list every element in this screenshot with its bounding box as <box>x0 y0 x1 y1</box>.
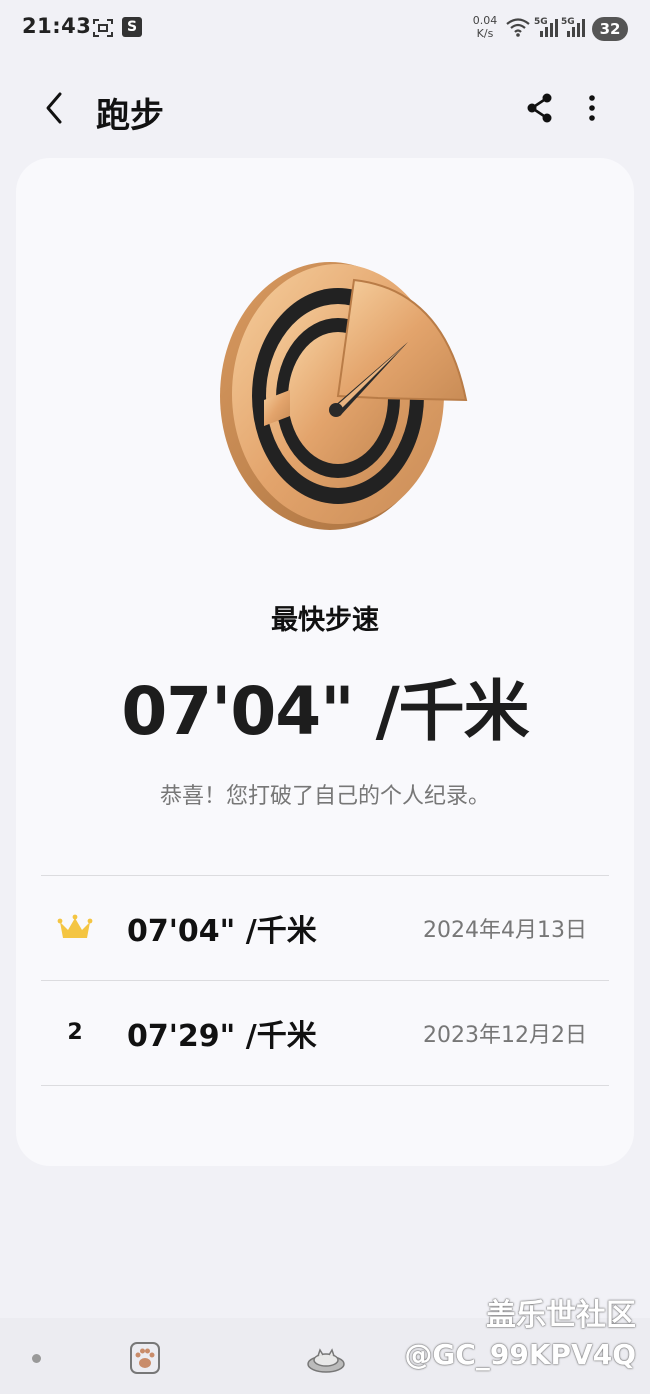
svg-text:5G: 5G <box>534 17 548 27</box>
more-vertical-icon <box>589 95 595 121</box>
row-pace: 07'04" /千米 <box>127 914 317 949</box>
paw-icon[interactable] <box>130 1342 160 1374</box>
net-speed: 0.04 K/s <box>470 14 500 40</box>
back-button[interactable] <box>36 86 76 130</box>
divider <box>41 1085 609 1086</box>
record-card: 最快步速 07'04" /千米 恭喜！您打破了自己的个人纪录。 07'04" /… <box>16 158 634 1166</box>
net-speed-value: 0.04 <box>472 14 498 27</box>
signal-5g-icon: 5G <box>561 17 585 37</box>
svg-text:5G: 5G <box>561 17 575 27</box>
watermark-community: 盖乐世社区 <box>486 1298 636 1333</box>
wifi-icon <box>506 18 530 37</box>
more-options-button[interactable] <box>580 90 604 126</box>
ranking-row: 07'04" /千米 2024年4月13日 <box>41 876 609 980</box>
watermark-user: @GC_99KPV4Q <box>404 1338 636 1371</box>
signal-5g-icon: 5G <box>534 17 558 37</box>
cat-bed-icon[interactable] <box>306 1344 346 1374</box>
speedometer-medal-icon <box>220 262 468 530</box>
record-label: 最快步速 <box>271 605 379 636</box>
net-speed-unit: K/s <box>476 27 494 40</box>
app-header: 跑步 <box>0 70 650 150</box>
row-date: 2024年4月13日 <box>423 918 587 943</box>
congrats-message: 恭喜！您打破了自己的个人纪录。 <box>159 784 490 809</box>
ranking-row: 2 07'29" /千米 2023年12月2日 <box>41 981 609 1085</box>
status-time: 21:43 <box>22 14 92 38</box>
share-icon <box>527 93 552 123</box>
rank-number: 2 <box>67 1020 83 1045</box>
status-bar: 21:43 S 0.04 K/s 5G 5G 32 <box>0 0 650 60</box>
record-value: 07'04" /千米 <box>121 673 529 750</box>
row-date: 2023年12月2日 <box>423 1023 587 1048</box>
s-badge-icon: S <box>122 17 142 37</box>
rank-crown <box>57 908 93 948</box>
row-pace: 07'29" /千米 <box>127 1019 317 1054</box>
battery-indicator: 32 <box>592 17 628 41</box>
share-button[interactable] <box>522 90 558 126</box>
nav-dot-icon[interactable] <box>32 1354 41 1363</box>
chevron-left-icon <box>46 92 62 124</box>
crown-icon <box>57 914 93 938</box>
page-title: 跑步 <box>96 96 164 136</box>
screen-record-icon <box>93 19 113 37</box>
